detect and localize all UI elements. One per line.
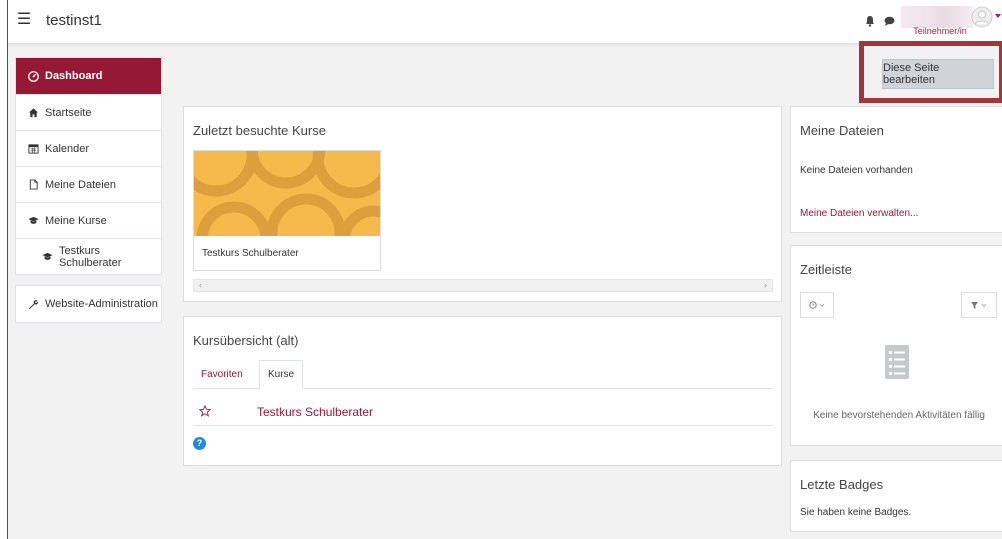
sidebar-item-dashboard[interactable]: Dashboard bbox=[16, 58, 161, 94]
chat-bubble-icon[interactable] bbox=[884, 16, 895, 26]
tab-favoriten[interactable]: Favoriten bbox=[193, 360, 251, 389]
block-title: Zeitleiste bbox=[800, 262, 853, 277]
user-menu-caret-icon[interactable] bbox=[995, 14, 1001, 18]
block-title: Letzte Badges bbox=[800, 477, 884, 492]
sidebar-item-kalender[interactable]: Kalender bbox=[16, 130, 161, 166]
filter-icon bbox=[971, 301, 987, 309]
sidebar-item-label: Dashboard bbox=[45, 70, 103, 82]
course-overview-block: Kursübersicht (alt) Favoriten Kurse Test… bbox=[183, 316, 782, 466]
timeline-empty-text: Keine bevorstehenden Aktivitäten fällig bbox=[813, 410, 985, 421]
sidebar-admin-group: Website-Administration bbox=[15, 285, 162, 323]
list-item: Testkurs Schulberater bbox=[193, 402, 773, 426]
clock-icon bbox=[809, 301, 825, 309]
sidebar-item-label: Startseite bbox=[45, 106, 92, 119]
course-link[interactable]: Testkurs Schulberater bbox=[257, 405, 373, 419]
horizontal-scrollbar[interactable]: ‹ › bbox=[193, 279, 773, 292]
file-icon bbox=[29, 179, 38, 190]
sidebar-item-label: Testkurs Schulberater bbox=[59, 244, 122, 269]
graduation-cap-icon bbox=[42, 252, 53, 260]
sidebar-item-label: Website-Administration bbox=[45, 298, 158, 310]
sidebar-item-startseite[interactable]: Startseite bbox=[16, 94, 161, 130]
bell-icon[interactable] bbox=[864, 15, 876, 27]
wrench-icon bbox=[28, 299, 39, 309]
badges-empty-text: Sie haben keine Badges. bbox=[800, 507, 912, 518]
my-files-block: Meine Dateien Keine Dateien vorhanden Me… bbox=[790, 106, 1002, 233]
recent-courses-block: Zuletzt besuchte Kurse Testkurs Schulber… bbox=[183, 106, 782, 302]
timeline-filter-dropdown[interactable] bbox=[961, 292, 997, 318]
block-title: Kursübersicht (alt) bbox=[193, 333, 299, 348]
home-icon bbox=[28, 108, 39, 118]
scroll-left-icon[interactable]: ‹ bbox=[199, 280, 202, 291]
sidebar-item-label: Kalender bbox=[45, 142, 90, 155]
block-title: Meine Dateien bbox=[800, 123, 884, 138]
sidebar-item-meine-dateien[interactable]: Meine Dateien bbox=[16, 166, 161, 202]
user-name-blurred[interactable] bbox=[901, 6, 973, 28]
empty-list-icon bbox=[885, 345, 909, 379]
sidebar-item-meine-kurse[interactable]: Meine Kurse bbox=[16, 202, 161, 238]
badges-block: Letzte Badges Sie haben keine Badges. bbox=[790, 460, 1002, 532]
timeline-sort-dropdown[interactable] bbox=[800, 292, 834, 318]
sidebar-nav: Dashboard Startseite Kalender Meine Date… bbox=[15, 57, 162, 323]
manage-files-link[interactable]: Meine Dateien verwalten... bbox=[800, 208, 918, 219]
tab-kurse[interactable]: Kurse bbox=[259, 360, 304, 389]
sidebar-item-label: Meine Kurse bbox=[45, 214, 107, 227]
files-empty-text: Keine Dateien vorhanden bbox=[800, 165, 913, 176]
course-image[interactable] bbox=[194, 151, 380, 236]
site-name[interactable]: testinst1 bbox=[46, 12, 102, 29]
star-icon[interactable] bbox=[199, 405, 211, 417]
course-card[interactable]: Testkurs Schulberater bbox=[193, 150, 381, 271]
sidebar-item-label: Meine Dateien bbox=[45, 178, 116, 191]
edit-button-highlight-frame bbox=[859, 41, 1002, 103]
app-frame: ☰ testinst1 Teilnehmer/in Dashboard Star… bbox=[7, 0, 1002, 539]
sidebar-item-website-administration[interactable]: Website-Administration bbox=[16, 286, 161, 322]
calendar-icon bbox=[28, 144, 39, 154]
user-avatar-icon[interactable] bbox=[971, 6, 993, 28]
overview-tabs: Favoriten Kurse bbox=[193, 360, 773, 389]
top-navbar: ☰ testinst1 Teilnehmer/in bbox=[8, 0, 1002, 44]
sidebar-main-group: Dashboard Startseite Kalender Meine Date… bbox=[15, 57, 162, 275]
dashboard-icon bbox=[28, 70, 39, 82]
user-role[interactable]: Teilnehmer/in bbox=[908, 26, 972, 36]
scroll-right-icon[interactable]: › bbox=[764, 280, 767, 291]
help-icon[interactable]: ? bbox=[193, 437, 206, 450]
graduation-cap-icon bbox=[28, 216, 39, 224]
hamburger-menu-icon[interactable]: ☰ bbox=[14, 10, 34, 30]
block-title: Zuletzt besuchte Kurse bbox=[193, 123, 326, 138]
sidebar-item-testkurs-schulberater[interactable]: Testkurs Schulberater bbox=[16, 238, 161, 274]
timeline-block: Zeitleiste Keine bevorstehenden Aktivitä… bbox=[790, 245, 1002, 446]
course-name[interactable]: Testkurs Schulberater bbox=[202, 248, 299, 259]
